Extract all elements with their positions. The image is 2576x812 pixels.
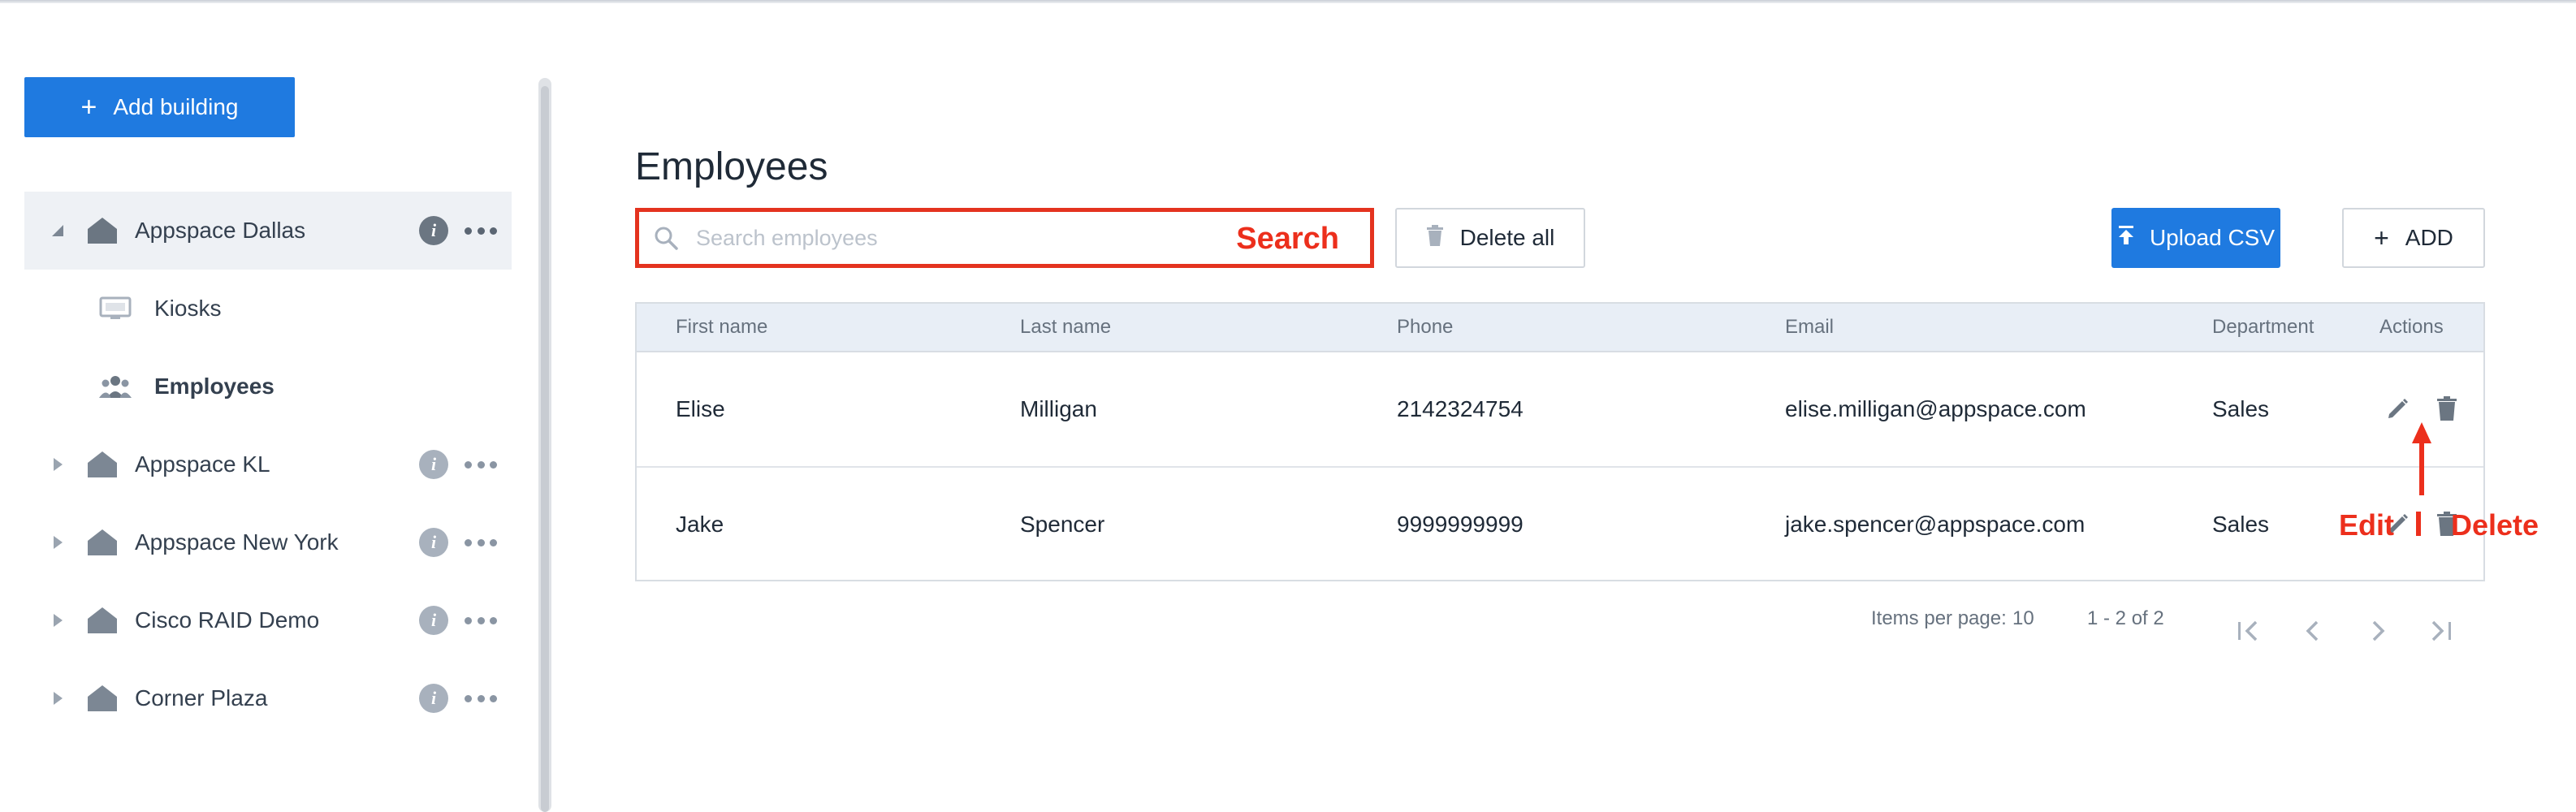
column-header-email[interactable]: Email	[1785, 304, 1834, 351]
search-annotation-label: Search	[1236, 222, 1339, 256]
sidebar-item-kiosks[interactable]: Kiosks	[97, 284, 221, 333]
sidebar-item-label: Employees	[154, 374, 274, 399]
upload-csv-label: Upload CSV	[2149, 225, 2276, 250]
building-label: Cisco RAID Demo	[135, 607, 320, 633]
building-row-corner-plaza[interactable]: Corner Plaza i	[24, 659, 512, 737]
building-row-appspace-new-york[interactable]: Appspace New York i	[24, 503, 512, 581]
column-header-first-name[interactable]: First name	[676, 304, 767, 351]
delete-all-label: Delete all	[1459, 225, 1555, 250]
building-home-icon	[86, 682, 119, 715]
caret-collapsed-icon[interactable]	[49, 689, 67, 707]
info-icon[interactable]: i	[419, 684, 448, 713]
monitor-icon	[97, 295, 133, 322]
cell-phone: 9999999999	[1397, 512, 1524, 537]
cell-email: elise.milligan@appspace.com	[1785, 396, 2086, 421]
last-page-icon[interactable]	[2423, 613, 2459, 649]
plus-icon: +	[80, 92, 97, 123]
employees-table: First name Last name Phone Email Departm…	[635, 302, 2485, 581]
upload-icon	[2117, 225, 2135, 252]
cell-first-name: Elise	[676, 396, 725, 421]
cell-department: Sales	[2212, 512, 2270, 537]
cell-first-name: Jake	[676, 512, 724, 537]
first-page-icon[interactable]	[2230, 613, 2266, 649]
cell-last-name: Milligan	[1020, 396, 1097, 421]
building-home-icon	[86, 526, 119, 559]
cell-last-name: Spencer	[1020, 512, 1105, 537]
info-icon[interactable]: i	[419, 216, 448, 245]
search-input[interactable]	[694, 224, 1217, 252]
info-icon[interactable]: i	[419, 528, 448, 557]
cell-phone: 2142324754	[1397, 396, 1524, 421]
annotation-separator	[2416, 512, 2421, 536]
building-label: Appspace New York	[135, 529, 339, 555]
pagination-range: 1 - 2 of 2	[2087, 607, 2164, 629]
caret-collapsed-icon[interactable]	[49, 456, 67, 473]
upload-csv-button[interactable]: Upload CSV	[2111, 208, 2280, 268]
search-icon	[652, 224, 680, 252]
building-home-icon	[86, 604, 119, 637]
add-employee-button[interactable]: + ADD	[2342, 208, 2485, 268]
building-row-appspace-dallas[interactable]: Appspace Dallas i	[24, 192, 512, 270]
caret-collapsed-icon[interactable]	[49, 533, 67, 551]
building-label: Appspace Dallas	[135, 218, 306, 243]
building-row-cisco-raid-demo[interactable]: Cisco RAID Demo i	[24, 581, 512, 659]
add-building-label: Add building	[113, 94, 239, 119]
building-label: Corner Plaza	[135, 685, 268, 710]
column-header-actions: Actions	[2379, 316, 2444, 338]
building-label: Appspace KL	[135, 451, 270, 477]
people-icon	[97, 373, 133, 400]
cell-email: jake.spencer@appspace.com	[1785, 512, 2085, 537]
column-header-last-name[interactable]: Last name	[1020, 304, 1111, 351]
table-header: First name Last name Phone Email Departm…	[637, 304, 2483, 352]
more-options-icon[interactable]	[465, 615, 497, 625]
building-home-icon	[86, 214, 119, 247]
items-per-page-select[interactable]: 10	[2012, 607, 2034, 630]
plus-icon: +	[2374, 223, 2389, 253]
sidebar-item-label: Kiosks	[154, 296, 222, 321]
next-page-icon[interactable]	[2360, 613, 2396, 649]
delete-trash-icon[interactable]	[2433, 395, 2461, 422]
annotation-arrow-icon	[2412, 422, 2431, 495]
edit-annotation-label: Edit	[2339, 508, 2394, 542]
add-building-button[interactable]: + Add building	[24, 77, 295, 137]
caret-collapsed-icon[interactable]	[49, 611, 67, 629]
add-label: ADD	[2405, 225, 2453, 250]
sidebar-scrollbar-thumb[interactable]	[541, 86, 549, 812]
info-icon[interactable]: i	[419, 606, 448, 635]
caret-expanded-icon[interactable]	[49, 222, 67, 240]
window-top-edge	[0, 0, 2576, 3]
delete-all-button[interactable]: Delete all	[1395, 208, 1585, 268]
items-per-page-label: Items per page:	[1871, 607, 2007, 629]
more-options-icon[interactable]	[465, 226, 497, 235]
column-header-phone[interactable]: Phone	[1397, 304, 1453, 351]
table-row: Jake Spencer 9999999999 jake.spencer@app…	[637, 468, 2483, 581]
search-box[interactable]: Search	[635, 208, 1374, 268]
sidebar-scrollbar[interactable]	[538, 78, 551, 812]
previous-page-icon[interactable]	[2295, 613, 2331, 649]
page-title: Employees	[635, 145, 828, 188]
edit-pencil-icon[interactable]	[2384, 395, 2412, 422]
building-row-appspace-kl[interactable]: Appspace KL i	[24, 425, 512, 503]
column-header-department[interactable]: Department	[2212, 304, 2314, 351]
delete-annotation-label: Delete	[2451, 508, 2539, 542]
more-options-icon[interactable]	[465, 460, 497, 469]
more-options-icon[interactable]	[465, 693, 497, 703]
trash-icon	[1426, 224, 1444, 252]
building-home-icon	[86, 448, 119, 481]
more-options-icon[interactable]	[465, 538, 497, 547]
sidebar-item-employees[interactable]: Employees	[97, 362, 274, 411]
info-icon[interactable]: i	[419, 450, 448, 479]
table-row: Elise Milligan 2142324754 elise.milligan…	[637, 352, 2483, 468]
cell-department: Sales	[2212, 396, 2270, 421]
